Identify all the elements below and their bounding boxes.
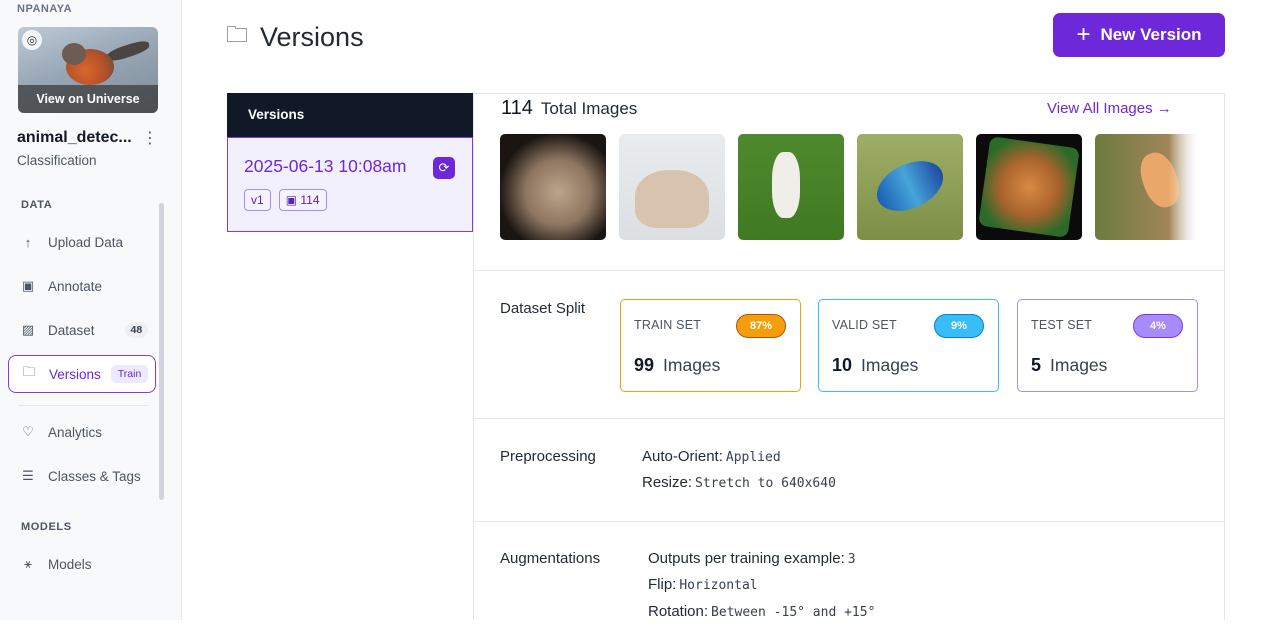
split-unit: Images xyxy=(663,355,721,375)
sidebar-scrollbar[interactable] xyxy=(159,203,164,500)
augmentation-rotation: Rotation: Between -15° and +15° xyxy=(648,603,876,620)
new-version-button[interactable]: + New Version xyxy=(1053,13,1225,57)
workspace-name: NPANAYA xyxy=(17,3,73,15)
split-percent-badge: 87% xyxy=(736,314,786,338)
total-images: 114 Total Images xyxy=(501,97,637,120)
split-percent-badge: 4% xyxy=(1133,314,1183,338)
folder-icon: 🗀 xyxy=(226,22,249,47)
gallery-image-dog[interactable] xyxy=(738,134,844,240)
sidebar-item-classes-tags[interactable]: ☰ Classes & Tags xyxy=(8,457,156,495)
sidebar-item-label: Upload Data xyxy=(48,234,124,250)
page-title: Versions xyxy=(260,21,364,52)
project-name: animal_detec... xyxy=(17,129,132,146)
divider xyxy=(474,270,1224,271)
plus-icon: + xyxy=(1076,21,1091,48)
list-icon: ☰ xyxy=(22,468,34,483)
total-images-count: 114 xyxy=(501,97,533,119)
total-images-label: Total Images xyxy=(540,99,638,118)
version-item[interactable]: 2025-06-13 10:08am ⟳ v1 ▣ 114 xyxy=(227,137,473,232)
sidebar-item-label: Annotate xyxy=(48,278,103,294)
augmentation-flip: Flip: Horizontal xyxy=(648,576,758,593)
image-icon: ▣ xyxy=(285,193,298,207)
split-percent-badge: 9% xyxy=(934,314,984,338)
split-unit: Images xyxy=(861,355,919,375)
sidebar-item-label: Models xyxy=(48,556,92,572)
versions-list-header: Versions xyxy=(227,93,473,137)
valid-set-card[interactable]: VALID SET 9% 10 Images xyxy=(818,299,999,392)
heart-pulse-icon: ♡ xyxy=(22,424,34,439)
split-count: 10 xyxy=(832,355,853,375)
versions-icon: 🗀 xyxy=(22,364,36,379)
sidebar: NPANAYA ◎ View on Universe animal_detec.… xyxy=(0,0,182,620)
view-all-images-link[interactable]: View All Images → xyxy=(1047,100,1172,117)
preprocessing-resize: Resize: Stretch to 640x640 xyxy=(642,474,836,491)
project-type: Classification xyxy=(17,153,97,168)
split-count: 5 xyxy=(1031,355,1042,375)
divider xyxy=(474,521,1224,522)
page-header: 🗀 Versions xyxy=(226,18,364,56)
sync-icon[interactable]: ⟳ xyxy=(433,157,455,179)
more-vertical-icon[interactable]: ⋮ xyxy=(142,128,158,148)
image-gallery xyxy=(500,134,1197,240)
sidebar-item-annotate[interactable]: ▣ Annotate xyxy=(8,267,156,305)
train-badge: Train xyxy=(110,365,149,383)
version-image-count: ▣ 114 xyxy=(278,189,327,211)
version-date: 2025-06-13 10:08am xyxy=(244,156,407,176)
version-image-count-value: 114 xyxy=(300,193,320,207)
globe-icon: ◎ xyxy=(22,30,42,50)
dataset-split-label: Dataset Split xyxy=(500,300,586,317)
sidebar-item-versions[interactable]: 🗀 Versions Train xyxy=(8,355,156,393)
sidebar-item-label: Dataset xyxy=(48,322,95,338)
sidebar-item-label: Analytics xyxy=(48,424,103,440)
divider xyxy=(474,418,1224,419)
sidebar-item-label: Classes & Tags xyxy=(48,468,141,484)
new-version-label: New Version xyxy=(1100,25,1202,44)
preprocessing-auto-orient: Auto-Orient: Applied xyxy=(642,448,781,465)
gallery-image-bird[interactable] xyxy=(857,134,963,240)
project-thumbnail[interactable]: ◎ View on Universe xyxy=(18,27,158,113)
split-count: 99 xyxy=(634,355,655,375)
sidebar-item-analytics[interactable]: ♡ Analytics xyxy=(8,413,156,451)
version-details: 114 Total Images View All Images → Datas… xyxy=(473,93,1225,620)
version-tag: v1 xyxy=(244,189,271,211)
gallery-image-cat[interactable] xyxy=(500,134,606,240)
augmentation-outputs: Outputs per training example: 3 xyxy=(648,550,856,567)
augmentations-label: Augmentations xyxy=(500,550,601,567)
sidebar-item-models[interactable]: ⚹ Models xyxy=(8,545,156,583)
divider xyxy=(18,405,148,406)
test-set-card[interactable]: TEST SET 4% 5 Images xyxy=(1017,299,1198,392)
split-unit: Images xyxy=(1050,355,1108,375)
dataset-icon: ▨ xyxy=(21,322,35,337)
sidebar-item-dataset[interactable]: ▨ Dataset 48 xyxy=(8,311,156,349)
models-icon: ⚹ xyxy=(24,556,32,571)
dataset-count-badge: 48 xyxy=(124,322,149,338)
sidebar-item-label: Versions xyxy=(49,366,101,382)
section-models-label: MODELS xyxy=(21,521,72,533)
annotate-icon: ▣ xyxy=(21,278,35,293)
gallery-image-orange-cat[interactable] xyxy=(976,134,1082,240)
section-data-label: DATA xyxy=(21,199,53,211)
preprocessing-label: Preprocessing xyxy=(500,448,596,465)
view-on-universe-button[interactable]: View on Universe xyxy=(18,85,158,113)
sidebar-item-upload-data[interactable]: ↑ Upload Data xyxy=(8,223,156,261)
gallery-image-siamese-cat[interactable] xyxy=(619,134,725,240)
versions-list: Versions 2025-06-13 10:08am ⟳ v1 ▣ 114 xyxy=(227,93,473,232)
train-set-card[interactable]: TRAIN SET 87% 99 Images xyxy=(620,299,801,392)
upload-icon: ↑ xyxy=(24,234,32,250)
